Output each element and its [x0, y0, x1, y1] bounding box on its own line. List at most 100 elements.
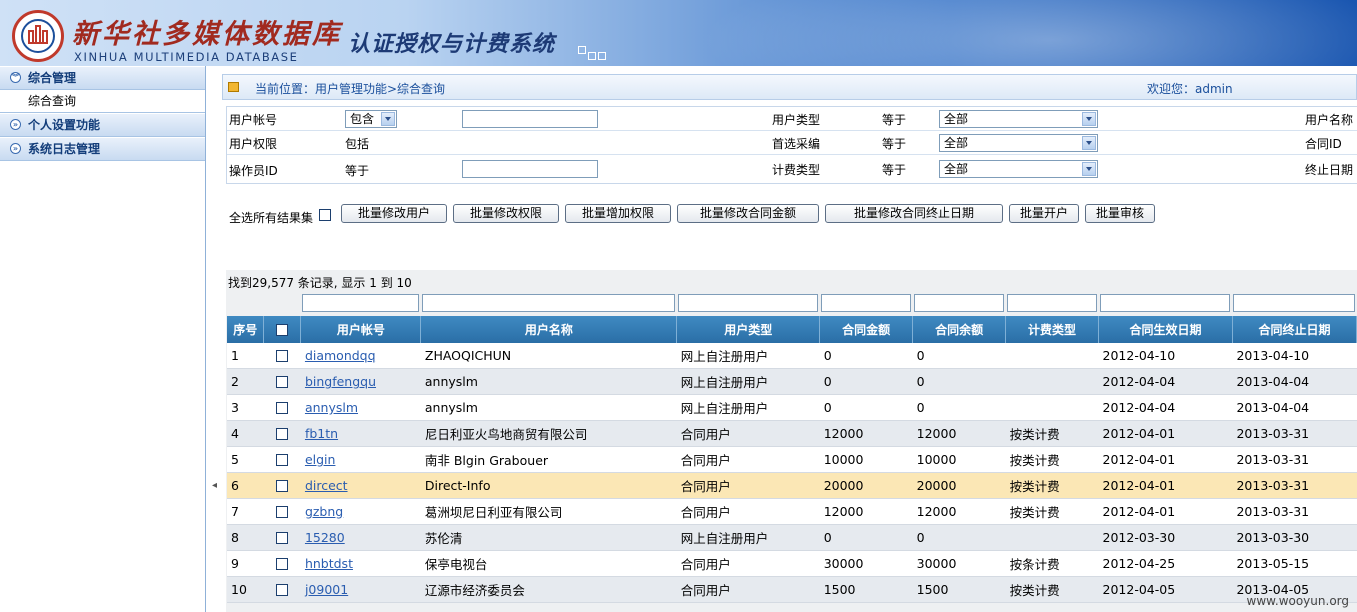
- cell-name: annyslm: [420, 368, 677, 395]
- account-match-select[interactable]: 包含: [345, 110, 397, 128]
- batch-edit-permissions-button[interactable]: 批量修改权限: [453, 204, 559, 223]
- table-row[interactable]: 7 gzbng 葛洲坝尼日利亚有限公司 合同用户 12000 12000 按类计…: [227, 498, 1357, 525]
- table-row[interactable]: 9 hnbtdst 保亭电视台 合同用户 30000 30000 按条计费 20…: [227, 550, 1357, 577]
- filter-form: 用户帐号 包含 用户类型 等于 全部 用户名称 用户权限 包括 首选采编 等于 …: [226, 106, 1357, 184]
- row-checkbox[interactable]: [276, 428, 289, 440]
- account-link[interactable]: fb1tn: [305, 426, 338, 441]
- results-table: 序号 用户帐号 用户名称 用户类型 合同金额 合同余额 计费类型 合同生效日期 …: [227, 292, 1357, 603]
- column-header-start-date[interactable]: 合同生效日期: [1098, 316, 1233, 343]
- cell-amount: 0: [819, 343, 913, 369]
- table-row[interactable]: 4 fb1tn 尼日利亚火鸟地商贸有限公司 合同用户 12000 12000 按…: [227, 420, 1357, 447]
- sidebar-item-system-logs[interactable]: » 系统日志管理: [0, 137, 205, 161]
- column-header-end-date[interactable]: 合同终止日期: [1232, 316, 1357, 343]
- cell-select: [263, 420, 301, 447]
- column-header-balance[interactable]: 合同余额: [912, 316, 1007, 343]
- cell-no: 10: [227, 576, 264, 603]
- filter-label: 用户权限: [229, 137, 278, 151]
- table-row[interactable]: 8 15280 苏伦清 网上自注册用户 0 0 2012-03-30 2013-…: [227, 524, 1357, 551]
- billing-filter-input[interactable]: [1006, 294, 1097, 312]
- account-input[interactable]: [462, 110, 598, 128]
- end-date-filter-input[interactable]: [1233, 294, 1355, 312]
- row-checkbox[interactable]: [276, 506, 289, 518]
- site-title-cn: 新华社多媒体数据库: [72, 19, 342, 50]
- sidebar-item-general-management[interactable]: ︾ 综合管理: [0, 66, 205, 90]
- account-link[interactable]: gzbng: [305, 504, 343, 519]
- row-checkbox[interactable]: [276, 480, 289, 492]
- row-checkbox[interactable]: [276, 532, 289, 544]
- balance-filter-input[interactable]: [913, 294, 1004, 312]
- account-link[interactable]: diamondqq: [305, 348, 376, 363]
- row-checkbox[interactable]: [276, 376, 289, 388]
- amount-filter-input[interactable]: [820, 294, 911, 312]
- operator-id-input[interactable]: [462, 160, 598, 178]
- cell-account: dircect: [300, 472, 421, 499]
- billing-type-select[interactable]: 全部: [939, 160, 1098, 178]
- name-filter-input[interactable]: [421, 294, 675, 312]
- column-header-no[interactable]: 序号: [227, 316, 265, 343]
- column-header-account[interactable]: 用户帐号: [300, 316, 422, 343]
- filter-operator: 等于: [882, 163, 907, 177]
- table-row[interactable]: 10 j09001 辽源市经济委员会 合同用户 1500 1500 按类计费 2…: [227, 576, 1357, 603]
- cell-balance: 12000: [912, 498, 1006, 525]
- select-all-label: 全选所有结果集: [229, 211, 314, 225]
- select-page-checkbox[interactable]: [276, 324, 289, 336]
- select-all-checkbox[interactable]: [319, 209, 331, 221]
- account-link[interactable]: dircect: [305, 478, 348, 493]
- cell-end-date: 2013-04-04: [1232, 368, 1357, 395]
- column-header-type[interactable]: 用户类型: [676, 316, 821, 343]
- account-link[interactable]: 15280: [305, 530, 345, 545]
- cell-billing: 按类计费: [1005, 472, 1099, 499]
- collapse-sidebar-icon[interactable]: ◂: [212, 480, 220, 500]
- table-row[interactable]: 2 bingfengqu annyslm 网上自注册用户 0 0 2012-04…: [227, 368, 1357, 395]
- cell-billing: [1005, 343, 1099, 369]
- start-date-filter-input[interactable]: [1099, 294, 1231, 312]
- batch-edit-contract-end-date-button[interactable]: 批量修改合同终止日期: [825, 204, 1003, 223]
- cell-type: 网上自注册用户: [676, 368, 820, 395]
- cell-amount: 0: [819, 368, 913, 395]
- column-header-amount[interactable]: 合同金额: [819, 316, 914, 343]
- table-row[interactable]: 5 elgin 南非 Blgin Grabouer 合同用户 10000 100…: [227, 446, 1357, 473]
- cell-billing: [1005, 368, 1099, 395]
- account-link[interactable]: elgin: [305, 452, 336, 467]
- cell-no: 3: [227, 394, 264, 421]
- account-filter-input[interactable]: [301, 294, 419, 312]
- cell-select: [263, 576, 301, 603]
- cell-amount: 12000: [819, 498, 913, 525]
- batch-edit-users-button[interactable]: 批量修改用户: [341, 204, 447, 223]
- row-checkbox[interactable]: [276, 350, 289, 362]
- cell-type: 网上自注册用户: [676, 343, 820, 369]
- cell-select: [263, 550, 301, 577]
- account-link[interactable]: bingfengqu: [305, 374, 376, 389]
- chevron-down-icon: [1082, 162, 1096, 176]
- type-filter-input[interactable]: [677, 294, 818, 312]
- table-row[interactable]: 1 diamondqq ZHAOQICHUN 网上自注册用户 0 0 2012-…: [227, 343, 1357, 369]
- row-checkbox[interactable]: [276, 584, 289, 596]
- account-link[interactable]: j09001: [305, 582, 348, 597]
- filter-cell: [912, 292, 1006, 316]
- batch-edit-contract-amount-button[interactable]: 批量修改合同金额: [677, 204, 819, 223]
- column-header-name[interactable]: 用户名称: [420, 316, 678, 343]
- filter-label: 首选采编: [772, 137, 821, 151]
- account-link[interactable]: annyslm: [305, 400, 358, 415]
- filter-cell: [227, 292, 264, 316]
- row-checkbox[interactable]: [276, 402, 289, 414]
- cell-billing: 按类计费: [1005, 576, 1099, 603]
- sidebar-subitem-general-query[interactable]: 综合查询: [0, 90, 205, 113]
- cell-account: hnbtdst: [300, 550, 421, 577]
- batch-open-account-button[interactable]: 批量开户: [1009, 204, 1079, 223]
- filter-label: 用户名称: [1305, 113, 1354, 127]
- row-checkbox[interactable]: [276, 558, 289, 570]
- batch-review-button[interactable]: 批量审核: [1085, 204, 1155, 223]
- cell-name: 葛洲坝尼日利亚有限公司: [420, 498, 677, 525]
- row-checkbox[interactable]: [276, 454, 289, 466]
- account-link[interactable]: hnbtdst: [305, 556, 353, 571]
- batch-add-permissions-button[interactable]: 批量增加权限: [565, 204, 671, 223]
- table-row[interactable]: 6 dircect Direct-Info 合同用户 20000 20000 按…: [227, 472, 1357, 499]
- user-type-select[interactable]: 全部: [939, 110, 1098, 128]
- column-header-billing[interactable]: 计费类型: [1005, 316, 1100, 343]
- sidebar-item-personal-settings[interactable]: » 个人设置功能: [0, 113, 205, 137]
- cell-start-date: 2012-04-01: [1098, 420, 1233, 447]
- table-row[interactable]: 3 annyslm annyslm 网上自注册用户 0 0 2012-04-04…: [227, 394, 1357, 421]
- filter-cell: [420, 292, 677, 316]
- preferred-editor-select[interactable]: 全部: [939, 134, 1098, 152]
